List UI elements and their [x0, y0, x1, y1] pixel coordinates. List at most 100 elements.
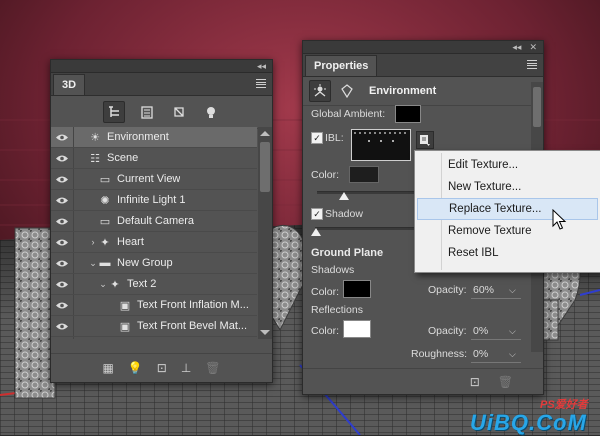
- section-title: Environment: [369, 85, 437, 97]
- menu-item-replace-texture[interactable]: Replace Texture...: [417, 198, 598, 220]
- panel-menu-icon[interactable]: [527, 60, 537, 69]
- delete-icon[interactable]: 🗑: [498, 375, 513, 389]
- add-light-icon[interactable]: 💡: [128, 361, 143, 375]
- material-icon: ▣: [119, 299, 131, 312]
- disclosure-triangle-icon[interactable]: ›: [88, 237, 98, 247]
- visibility-eye-icon[interactable]: [51, 127, 74, 147]
- global-ambient-swatch[interactable]: [395, 105, 421, 123]
- panel-title-bar[interactable]: ◂◂: [51, 60, 272, 73]
- mesh-icon: ✦: [100, 236, 110, 249]
- ibl-checkbox[interactable]: ✓: [311, 132, 323, 144]
- shadows-color-swatch[interactable]: [343, 280, 371, 298]
- menu-item-edit-texture[interactable]: Edit Texture...: [415, 154, 600, 176]
- tab-properties[interactable]: Properties: [305, 55, 378, 76]
- layer-label: New Group: [117, 257, 173, 269]
- chevron-down-icon[interactable]: ⌵: [509, 349, 516, 360]
- scroll-thumb[interactable]: [260, 142, 270, 192]
- global-ambient-label: Global Ambient:: [311, 108, 386, 120]
- layer-label: Scene: [107, 152, 139, 164]
- shadows-label: Shadows: [311, 264, 355, 276]
- visibility-eye-icon[interactable]: [51, 274, 74, 294]
- chevron-down-icon[interactable]: ⌵: [509, 326, 516, 337]
- panel-title-bar[interactable]: ◂◂ ✕: [303, 41, 543, 54]
- close-icon[interactable]: ✕: [529, 41, 537, 53]
- double-chevron-left-icon[interactable]: ◂◂: [512, 41, 521, 53]
- whole-scene-filter-icon[interactable]: [102, 101, 125, 123]
- visibility-eye-icon[interactable]: [51, 232, 74, 252]
- layer-row[interactable]: ⌄ ▬ New Group: [51, 253, 257, 274]
- move-to-ground-icon[interactable]: ⊥: [181, 361, 191, 375]
- layer-label: Text Front Inflation M...: [137, 299, 249, 311]
- visibility-eye-icon[interactable]: [51, 148, 74, 168]
- layer-row[interactable]: ▣ Text Front Inflation M...: [51, 295, 257, 316]
- ibl-label: IBL:: [325, 132, 344, 144]
- ibl-intensity-slider[interactable]: [317, 191, 417, 194]
- reflections-color-swatch[interactable]: [343, 320, 371, 338]
- reflections-opacity-value[interactable]: 0%: [473, 325, 488, 337]
- visibility-eye-icon[interactable]: [51, 337, 74, 339]
- scene-icon[interactable]: [337, 81, 357, 101]
- delete-icon[interactable]: 🗑: [205, 361, 220, 375]
- shadow-checkbox[interactable]: ✓: [311, 208, 323, 220]
- visibility-eye-icon[interactable]: [51, 190, 74, 210]
- shadow-softness-slider[interactable]: [315, 227, 415, 230]
- add-mesh-icon[interactable]: ⊡: [157, 361, 167, 375]
- folder-icon: ▬: [99, 257, 111, 269]
- reflections-color-label: Color:: [311, 325, 340, 337]
- environment-icon[interactable]: [309, 80, 331, 102]
- layer-label: Infinite Light 1: [117, 194, 186, 206]
- layer-row[interactable]: ▭ Default Camera: [51, 211, 257, 232]
- tab-3d[interactable]: 3D: [53, 74, 86, 95]
- meshes-filter-icon[interactable]: [137, 102, 157, 122]
- texture-menu-icon[interactable]: [416, 131, 434, 149]
- menu-item-new-texture[interactable]: New Texture...: [415, 176, 600, 198]
- scroll-thumb[interactable]: [533, 87, 541, 127]
- filter-toolbar: [51, 96, 272, 129]
- visibility-eye-icon[interactable]: [51, 316, 74, 336]
- layer-label: Text Front Bevel Mat...: [137, 320, 248, 332]
- shadows-opacity-value[interactable]: 60%: [473, 284, 494, 296]
- render-icon[interactable]: ⊡: [470, 375, 480, 389]
- layer-row[interactable]: ▭ Current View: [51, 169, 257, 190]
- layer-row[interactable]: › ✦ Heart: [51, 232, 257, 253]
- visibility-eye-icon[interactable]: [51, 295, 74, 315]
- scroll-down-arrow-icon[interactable]: [260, 330, 270, 335]
- ibl-color-label: Color:: [311, 169, 340, 181]
- visibility-eye-icon[interactable]: [51, 169, 74, 189]
- double-chevron-left-icon[interactable]: ◂◂: [257, 60, 266, 72]
- roughness-label: Roughness:: [411, 348, 468, 360]
- layer-row[interactable]: ✺ Infinite Light 1: [51, 190, 257, 211]
- scroll-up-arrow-icon[interactable]: [260, 131, 270, 136]
- light-icon: ✺: [100, 194, 110, 207]
- roughness-value[interactable]: 0%: [473, 348, 488, 360]
- mouse-cursor-icon: [552, 209, 567, 230]
- layer-row[interactable]: ☀ Environment: [51, 127, 257, 148]
- material-icon: ▣: [119, 320, 131, 333]
- layer-row[interactable]: ☷ Scene: [51, 148, 257, 169]
- render-icon[interactable]: ▦: [102, 361, 113, 375]
- ibl-intensity-knob[interactable]: [339, 192, 349, 200]
- layer-row[interactable]: ▣ Text Front Bevel Mat...: [51, 316, 257, 337]
- lights-filter-icon[interactable]: [201, 102, 221, 122]
- materials-filter-icon[interactable]: [169, 102, 189, 122]
- ibl-texture-thumbnail[interactable]: [351, 129, 411, 161]
- menu-item-reset-ibl[interactable]: Reset IBL: [415, 242, 600, 264]
- shadows-opacity-underline: [471, 298, 521, 299]
- menu-item-remove-texture[interactable]: Remove Texture: [415, 220, 600, 242]
- 3d-panel: ◂◂ 3D ☀ Environment ☷ Scene ▭ Current View ✺ In…: [50, 59, 273, 383]
- ibl-color-swatch[interactable]: [349, 166, 379, 183]
- environment-icon: ☀: [90, 131, 100, 144]
- panel-menu-icon[interactable]: [256, 79, 266, 88]
- layer-row[interactable]: ⌄ ✦ Text 2: [51, 274, 257, 295]
- visibility-eye-icon[interactable]: [51, 211, 74, 231]
- shadow-softness-knob[interactable]: [311, 228, 321, 236]
- layer-row[interactable]: ▣Text Extrusion Materi...: [51, 337, 257, 339]
- watermark-logo: PS爱好者 UiBQ.CoM: [470, 396, 600, 435]
- reflections-opacity-label: Opacity:: [428, 325, 467, 337]
- disclosure-triangle-icon[interactable]: ⌄: [98, 279, 108, 290]
- panel-tab-row: Properties: [303, 54, 543, 77]
- visibility-eye-icon[interactable]: [51, 253, 74, 273]
- chevron-down-icon[interactable]: ⌵: [509, 285, 516, 296]
- disclosure-triangle-icon[interactable]: ⌄: [88, 258, 98, 269]
- layer-list-scrollbar[interactable]: [258, 127, 272, 339]
